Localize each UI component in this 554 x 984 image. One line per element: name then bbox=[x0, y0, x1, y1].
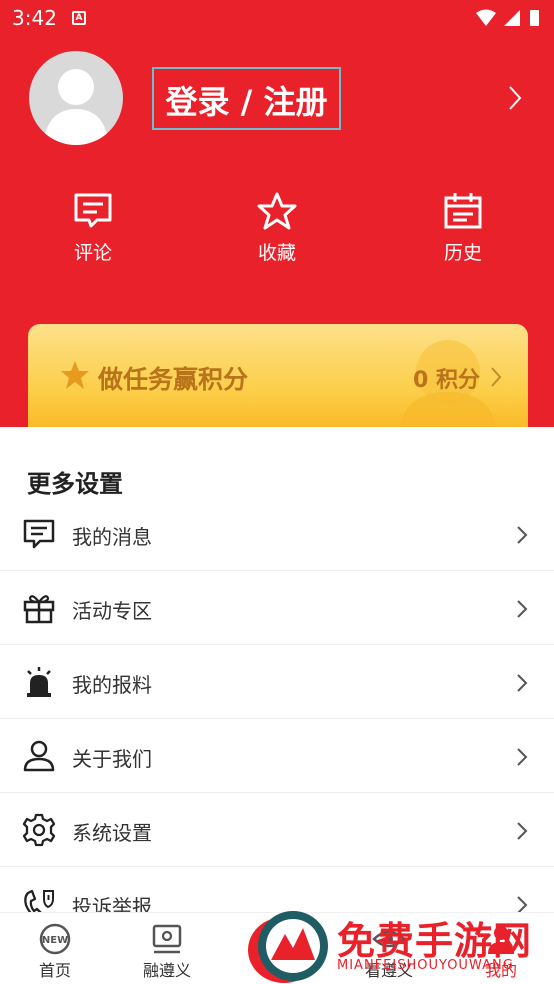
menu-item-label: 我的消息 bbox=[72, 525, 152, 549]
notification-icon: A bbox=[72, 11, 86, 25]
wifi-signal-battery-icon bbox=[476, 9, 539, 26]
menu-item-reports[interactable]: 我的报料 bbox=[0, 645, 554, 719]
chevron-right-icon bbox=[517, 674, 528, 692]
menu-item-about-us[interactable]: 关于我们 bbox=[0, 719, 554, 793]
task-points-card[interactable]: 做任务赢积分 0 积分 bbox=[28, 324, 528, 444]
default-avatar-icon bbox=[43, 69, 109, 145]
history-icon bbox=[444, 193, 482, 229]
login-register-label: 登录 / 注册 bbox=[165, 83, 328, 121]
star-icon bbox=[257, 192, 297, 230]
menu-item-system-settings[interactable]: 系统设置 bbox=[0, 793, 554, 867]
alarm-icon bbox=[27, 667, 51, 697]
quick-action-label: 评论 bbox=[73, 242, 112, 264]
section-title: 更多设置 bbox=[27, 470, 123, 498]
chevron-right-icon[interactable] bbox=[508, 85, 522, 115]
menu-item-label: 关于我们 bbox=[72, 747, 152, 771]
chevron-right-icon bbox=[517, 822, 528, 840]
status-time: 3:42 bbox=[12, 6, 57, 30]
gift-icon bbox=[23, 595, 55, 624]
menu-item-label: 我的报料 bbox=[72, 673, 152, 697]
quick-action-history[interactable]: 历史 bbox=[403, 192, 523, 265]
chevron-right-icon bbox=[517, 748, 528, 766]
gear-icon bbox=[22, 813, 56, 847]
new-icon: NEW bbox=[39, 923, 71, 955]
quick-action-label: 收藏 bbox=[257, 242, 296, 264]
menu-item-messages[interactable]: 我的消息 bbox=[0, 497, 554, 571]
points-value: 0 积分 bbox=[413, 368, 480, 393]
tab-rong-zunyi[interactable]: 融遵义 bbox=[122, 923, 212, 981]
quick-action-comments[interactable]: 评论 bbox=[33, 192, 153, 265]
profile-header: 登录 / 注册 评论 收藏 历史 做任务赢积分 0 积分 bbox=[0, 36, 554, 444]
avatar[interactable] bbox=[29, 51, 123, 145]
status-bar: 3:42 A bbox=[0, 0, 554, 36]
comment-icon bbox=[74, 193, 112, 228]
tab-label: 首页 bbox=[38, 961, 71, 980]
svg-text:NEW: NEW bbox=[42, 935, 68, 946]
task-star-icon bbox=[61, 361, 89, 389]
tab-label: 融遵义 bbox=[142, 961, 191, 980]
message-icon bbox=[23, 519, 55, 549]
menu-item-label: 活动专区 bbox=[72, 599, 152, 623]
quick-action-favorites[interactable]: 收藏 bbox=[217, 192, 337, 265]
watermark-logo-icon bbox=[258, 911, 328, 981]
menu-item-label: 系统设置 bbox=[72, 821, 152, 845]
person-icon bbox=[23, 740, 55, 772]
menu-item-activities[interactable]: 活动专区 bbox=[0, 571, 554, 645]
watermark-title: 免费手游网 bbox=[337, 919, 533, 963]
login-register-button[interactable]: 登录 / 注册 bbox=[152, 67, 341, 130]
chevron-right-icon bbox=[490, 366, 502, 392]
chevron-right-icon bbox=[517, 526, 528, 544]
watermark-subtitle: MIANFEISHOUYOUWANG bbox=[337, 958, 514, 973]
task-title: 做任务赢积分 bbox=[98, 365, 249, 394]
site-watermark: 免费手游网 MIANFEISHOUYOUWANG bbox=[255, 908, 554, 984]
quick-action-label: 历史 bbox=[443, 242, 482, 264]
tab-home[interactable]: NEW 首页 bbox=[10, 923, 100, 981]
settings-sheet: 更多设置 我的消息 活动专区 我的报料 关于我们 系统设置 投诉举报 bbox=[0, 427, 554, 920]
status-icons bbox=[474, 8, 544, 32]
tv-icon bbox=[152, 924, 182, 954]
chevron-right-icon bbox=[517, 600, 528, 618]
